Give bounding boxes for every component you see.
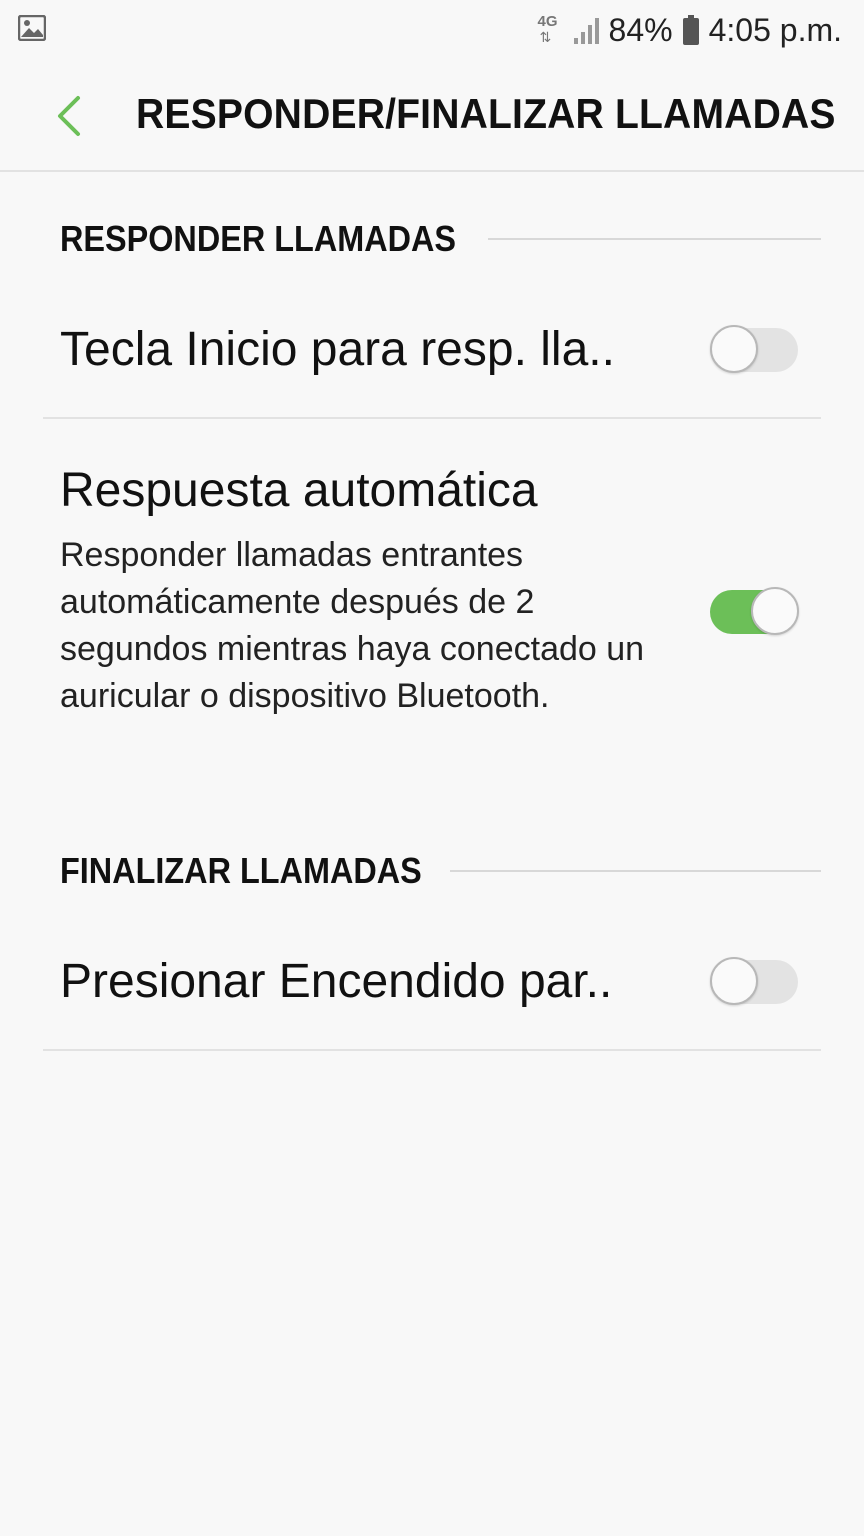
- image-icon: [17, 14, 47, 46]
- status-bar: 4G ⇅ 84% 4:05 p.m.: [0, 0, 864, 60]
- section-title: RESPONDER LLAMADAS: [60, 218, 457, 259]
- network-type-label: 4G: [537, 13, 558, 30]
- section-divider: [488, 238, 821, 240]
- chevron-left-icon: [58, 96, 80, 136]
- setting-title: Presionar Encendido par..: [60, 955, 613, 1008]
- setting-home-key-answer[interactable]: Tecla Inicio para resp. lla..: [43, 282, 821, 418]
- setting-power-key-end[interactable]: Presionar Encendido par..: [43, 914, 821, 1050]
- back-button[interactable]: [44, 88, 94, 144]
- setting-summary: Responder llamadas entrantes automáticam…: [60, 536, 645, 715]
- clock: 4:05 p.m.: [708, 11, 842, 48]
- row-divider: [43, 1049, 821, 1051]
- battery-percentage: 84%: [608, 11, 673, 48]
- battery-icon: [682, 15, 699, 45]
- section-divider: [449, 870, 821, 872]
- home-key-answer-switch[interactable]: [710, 325, 800, 375]
- section-header-end: FINALIZAR LLAMADAS: [60, 850, 821, 892]
- status-indicators: 4G ⇅ 84% 4:05 p.m.: [536, 8, 842, 52]
- app-bar: RESPONDER/FINALIZAR LLAMADAS: [0, 60, 864, 172]
- section-header-answer: RESPONDER LLAMADAS: [60, 218, 821, 260]
- setting-title: Respuesta automática: [60, 464, 538, 517]
- network-type-indicator: 4G ⇅: [536, 13, 564, 47]
- data-arrows-icon: ⇅: [539, 29, 552, 45]
- setting-auto-answer[interactable]: Respuesta automática Responder llamadas …: [43, 419, 821, 799]
- auto-answer-switch[interactable]: [710, 587, 800, 637]
- setting-title: Tecla Inicio para resp. lla..: [60, 323, 615, 376]
- power-key-end-switch[interactable]: [710, 957, 800, 1007]
- page-title: RESPONDER/FINALIZAR LLAMADAS: [136, 90, 836, 137]
- signal-icon: [573, 16, 599, 44]
- section-title: FINALIZAR LLAMADAS: [60, 850, 422, 891]
